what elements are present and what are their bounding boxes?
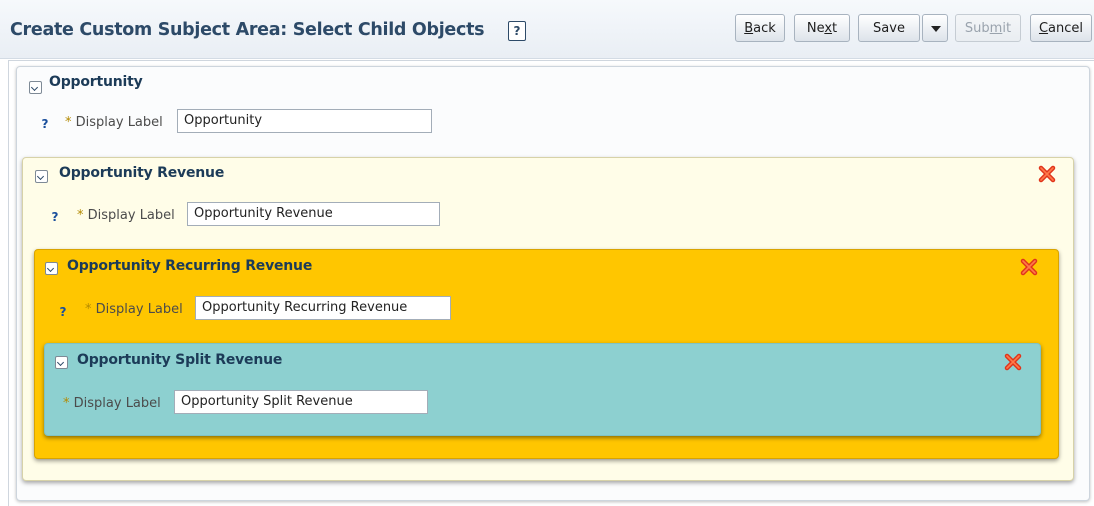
display-label-input[interactable]: Opportunity [177,109,432,133]
next-button[interactable]: Next [794,14,850,42]
submit-button: Submit [955,14,1021,42]
page-title: Create Custom Subject Area: Select Child… [10,20,485,40]
collapse-chevron-icon[interactable] [45,262,58,275]
panel-title: Opportunity Split Revenue [77,352,283,368]
page-header: Create Custom Subject Area: Select Child… [0,0,1094,59]
panel-opportunity-split-revenue: Opportunity Split Revenue * Display Labe… [44,343,1041,436]
display-label-label: * Display Label [77,208,175,223]
display-label-label: * Display Label [65,115,163,130]
panel-title: Opportunity [49,74,143,90]
question-help-icon[interactable]: ? [49,210,61,224]
display-label-input[interactable]: Opportunity Split Revenue [174,390,428,414]
collapse-chevron-icon[interactable] [55,356,68,369]
display-label-input[interactable]: Opportunity Recurring Revenue [195,296,451,320]
save-button[interactable]: Save [858,14,920,42]
remove-icon[interactable] [1019,257,1039,277]
remove-icon[interactable] [1003,352,1023,372]
collapse-chevron-icon[interactable] [35,170,48,183]
question-help-icon[interactable]: ? [39,117,51,131]
display-label-input[interactable]: Opportunity Revenue [187,202,440,226]
question-help-icon[interactable]: ? [57,305,69,319]
panel-title: Opportunity Revenue [59,165,225,181]
back-button[interactable]: Back [735,14,785,42]
display-label-label: * Display Label [85,302,183,317]
save-dropdown-arrow-icon[interactable] [922,14,948,42]
display-label-label: * Display Label [63,396,161,411]
cancel-button[interactable]: Cancel [1030,14,1092,42]
collapse-chevron-icon[interactable] [29,81,42,94]
help-icon[interactable]: ? [508,21,526,41]
panel-title: Opportunity Recurring Revenue [67,258,313,274]
remove-icon[interactable] [1037,164,1057,184]
